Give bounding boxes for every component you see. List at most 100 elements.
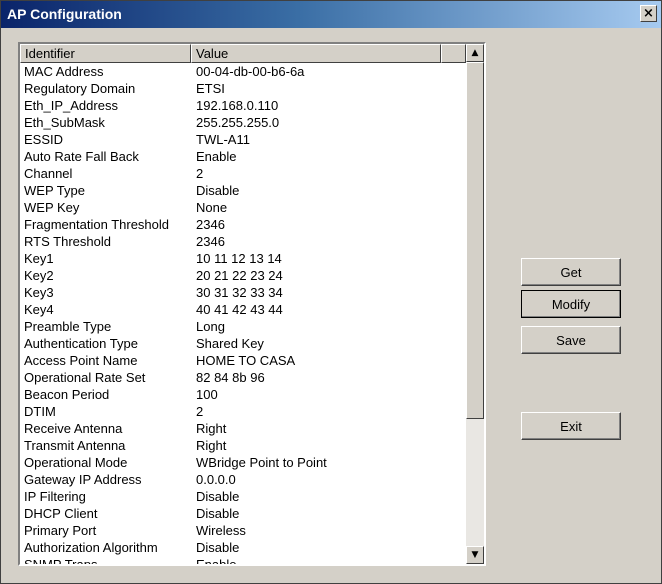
value-cell: WBridge Point to Point [196,455,327,470]
ap-config-window: AP Configuration × Identifier Value MAC … [0,0,662,584]
value-cell: None [196,200,228,215]
value-cell: Disable [196,506,240,521]
table-row[interactable]: Preamble Type Long [20,318,466,335]
value-cell: Enable [196,556,236,564]
table-row[interactable]: Key1 10 11 12 13 14 [20,250,466,267]
value-cell: 255.255.255.0 [196,115,280,130]
value-cell: Wireless [196,523,246,538]
table-row[interactable]: Eth_IP_Address 192.168.0.110 [20,97,466,114]
identifier-cell: Primary Port [24,523,97,538]
table-row[interactable]: Regulatory Domain ETSI [20,80,466,97]
identifier-cell: WEP Key [24,200,80,215]
value-cell: Right [196,438,227,453]
table-row[interactable]: Channel 2 [20,165,466,182]
value-cell: Enable [196,149,237,164]
table-row[interactable]: Receive Antenna Right [20,420,466,437]
table-row[interactable]: WEP Type Disable [20,182,466,199]
close-icon: × [643,6,654,21]
table-row[interactable]: DTIM 2 [20,403,466,420]
table-row[interactable]: MAC Address 00-04-db-00-b6-6a [20,63,466,80]
title-bar[interactable]: AP Configuration × [1,1,661,28]
identifier-cell: IP Filtering [24,489,86,504]
identifier-cell: DTIM [24,404,56,419]
value-cell: 10 11 12 13 14 [196,251,282,266]
table-row[interactable]: RTS Threshold 2346 [20,233,466,250]
listview-header: Identifier Value [20,44,466,63]
identifier-cell: Gateway IP Address [24,472,142,487]
value-cell: Long [196,319,225,334]
column-header-identifier[interactable]: Identifier [20,44,191,63]
identifier-cell: Operational Mode [24,455,128,470]
value-cell: TWL-A11 [196,132,250,147]
table-row[interactable]: Primary Port Wireless [20,522,466,539]
table-row[interactable]: SNMP Traps Enable [20,556,466,564]
identifier-cell: Authorization Algorithm [24,540,158,555]
window-title: AP Configuration [7,6,122,22]
scroll-thumb[interactable] [466,62,484,419]
value-cell: Disable [196,183,240,198]
listview-content: Identifier Value MAC Address 00-04-db-00-… [20,44,466,564]
scroll-down-button[interactable]: ▼ [466,546,484,564]
exit-button[interactable]: Exit [521,412,621,440]
value-cell: 0.0.0.0 [196,472,236,487]
column-header-filler [441,44,466,63]
table-row[interactable]: Authorization Algorithm Disable [20,539,466,556]
identifier-cell: DHCP Client [24,506,98,521]
save-button[interactable]: Save [521,326,621,354]
table-row[interactable]: Beacon Period 100 [20,386,466,403]
table-row[interactable]: Operational Mode WBridge Point to Point [20,454,466,471]
identifier-cell: Access Point Name [24,353,138,368]
identifier-cell: WEP Type [24,183,85,198]
table-row[interactable]: Eth_SubMask 255.255.255.0 [20,114,466,131]
table-row[interactable]: Operational Rate Set 82 84 8b 96 [20,369,466,386]
table-row[interactable]: IP Filtering Disable [20,488,466,505]
value-cell: 20 21 22 23 24 [196,268,283,283]
table-row[interactable]: Key2 20 21 22 23 24 [20,267,466,284]
identifier-cell: Regulatory Domain [24,81,136,96]
identifier-cell: Authentication Type [24,336,138,351]
identifier-cell: Key4 [24,302,54,317]
value-cell: 2346 [196,217,225,232]
vertical-scrollbar[interactable]: ▲ ▼ [466,44,484,564]
identifier-cell: Transmit Antenna [24,438,126,453]
value-cell: 2 [196,166,204,181]
column-header-value[interactable]: Value [191,44,441,63]
value-cell: Right [196,421,227,436]
table-row[interactable]: DHCP Client Disable [20,505,466,522]
value-cell: Shared Key [196,336,264,351]
table-row[interactable]: ESSID TWL-A11 [20,131,466,148]
value-cell: 2 [196,404,204,419]
value-cell: HOME TO CASA [196,353,296,368]
table-row[interactable]: Authentication Type Shared Key [20,335,466,352]
value-cell: 00-04-db-00-b6-6a [196,64,305,79]
table-row[interactable]: WEP Key None [20,199,466,216]
listview-rows: MAC Address 00-04-db-00-b6-6a Regulatory D… [20,63,466,564]
identifier-cell: SNMP Traps [24,556,97,564]
value-cell: Disable [196,540,240,555]
identifier-cell: Preamble Type [24,319,112,334]
close-button[interactable]: × [640,5,657,22]
config-listview[interactable]: Identifier Value MAC Address 00-04-db-00-… [18,42,486,566]
get-button[interactable]: Get [521,258,621,286]
table-row[interactable]: Gateway IP Address 0.0.0.0 [20,471,466,488]
value-cell: Disable [196,489,240,504]
value-cell: 30 31 32 33 34 [196,285,283,300]
value-cell: 100 [196,387,218,402]
modify-button[interactable]: Modify [521,290,621,318]
table-row[interactable]: Auto Rate Fall Back Enable [20,148,466,165]
table-row[interactable]: Transmit Antenna Right [20,437,466,454]
table-row[interactable]: Fragmentation Threshold 2346 [20,216,466,233]
table-row[interactable]: Key3 30 31 32 33 34 [20,284,466,301]
identifier-cell: Beacon Period [24,387,110,402]
identifier-cell: Auto Rate Fall Back [24,149,139,164]
identifier-cell: Key1 [24,251,54,266]
identifier-cell: Key2 [24,268,54,283]
value-cell: 2346 [196,234,225,249]
identifier-cell: Channel [24,166,73,181]
table-row[interactable]: Key4 40 41 42 43 44 [20,301,466,318]
table-row[interactable]: Access Point Name HOME TO CASA [20,352,466,369]
identifier-cell: MAC Address [24,64,104,79]
scroll-up-button[interactable]: ▲ [466,44,484,62]
identifier-cell: ESSID [24,132,64,147]
identifier-cell: Key3 [24,285,54,300]
